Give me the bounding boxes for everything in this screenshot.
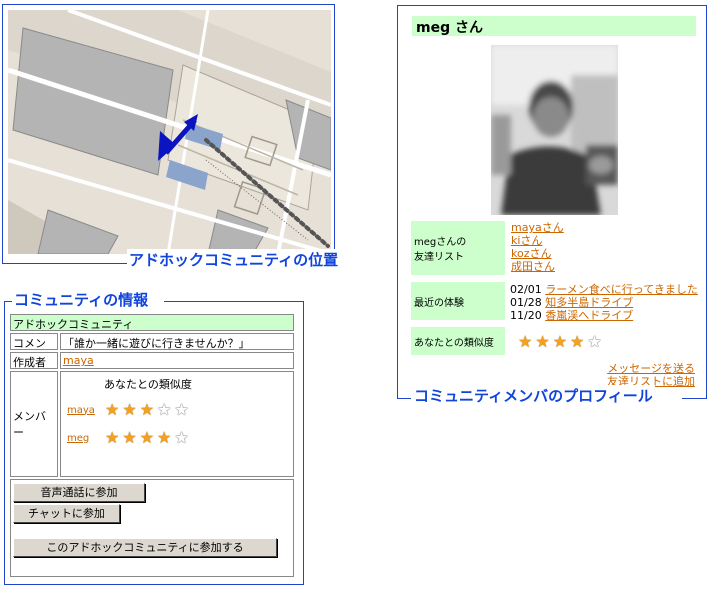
community-frame-line — [164, 301, 304, 302]
community-section-title: コミュニティの情報 — [12, 289, 151, 310]
author-label: 作成者 — [10, 352, 58, 369]
profile-section-caption: コミュニティメンバのプロフィール — [412, 385, 655, 406]
experience-date: 01/28 — [510, 296, 542, 309]
experience-item: 11/20 香嵐渓へドライブ — [510, 309, 698, 322]
experience-item: 01/28 知多半島ドライブ — [510, 296, 698, 309]
friends-list-label: megさんの 友達リスト — [411, 221, 505, 275]
actions-box: 音声通話に参加 チャットに参加 このアドホックコミュニティに参加する — [10, 479, 294, 577]
star-filled-icon: ★ — [139, 400, 155, 419]
friends-label-line1: megさんの — [414, 237, 467, 248]
star-empty-icon: ★ — [157, 400, 172, 419]
map-frame-line — [2, 263, 127, 264]
star-empty-icon: ★ — [174, 428, 189, 447]
star-filled-icon: ★ — [535, 332, 550, 351]
join-voice-call-button[interactable]: 音声通話に参加 — [13, 483, 145, 502]
friend-link[interactable]: 成田さん — [511, 260, 564, 273]
friend-link[interactable]: mayaさん — [511, 221, 564, 234]
profile-similarity-rating: ★ ★ ★ ★ ★ — [518, 334, 602, 350]
profile-frame-line-right — [682, 398, 707, 399]
join-community-button[interactable]: このアドホックコミュニティに参加する — [13, 538, 277, 557]
friends-list: mayaさん kiさん kozさん 成田さん — [511, 221, 564, 273]
map-panel — [2, 4, 335, 264]
author-link[interactable]: maya — [63, 354, 94, 367]
member-rating: ★ ★ ★ ★ ★ — [105, 430, 189, 446]
star-empty-icon: ★ — [587, 332, 602, 351]
star-filled-icon: ★ — [157, 428, 172, 447]
members-label: メンバー — [10, 371, 58, 477]
community-frame-line-left — [4, 301, 12, 302]
community-name: アドホックコミュニティ — [10, 314, 294, 331]
star-empty-icon: ★ — [174, 400, 189, 419]
friend-link[interactable]: kiさん — [511, 234, 564, 247]
member-link-maya[interactable]: maya — [67, 405, 105, 416]
experience-link[interactable]: ラーメン食べに行ってきました — [545, 283, 698, 296]
star-filled-icon: ★ — [139, 428, 155, 447]
profile-frame-line-left — [397, 398, 411, 399]
recent-experience-label: 最近の体験 — [411, 282, 505, 320]
friends-label-line2: 友達リスト — [414, 252, 464, 263]
experience-link[interactable]: 知多半島ドライブ — [545, 296, 633, 309]
member-link-meg[interactable]: meg — [67, 433, 105, 444]
profile-name: meg さん — [412, 16, 696, 36]
similarity-header: あなたとの類似度 — [104, 378, 192, 391]
send-message-link[interactable]: メッセージを送る — [607, 362, 695, 375]
comment-label: コメント — [10, 333, 58, 366]
experience-date: 11/20 — [510, 309, 542, 322]
author-value-cell: maya — [60, 352, 294, 369]
star-filled-icon: ★ — [122, 428, 137, 447]
member-rating: ★ ★ ★ ★ ★ — [105, 402, 189, 418]
member-row: meg ★ ★ ★ ★ ★ — [67, 428, 287, 448]
experience-link[interactable]: 香嵐渓へドライブ — [545, 309, 633, 322]
member-row: maya ★ ★ ★ ★ ★ — [67, 400, 287, 420]
comment-value: 「誰か一緒に遊びに行きませんか？」 — [60, 333, 294, 350]
star-filled-icon: ★ — [105, 400, 120, 419]
members-list: あなたとの類似度 maya ★ ★ ★ ★ ★ meg ★ ★ ★ ★ ★ — [60, 371, 294, 477]
star-filled-icon: ★ — [570, 332, 585, 351]
star-filled-icon: ★ — [552, 332, 568, 351]
join-chat-button[interactable]: チャットに参加 — [13, 504, 120, 523]
star-filled-icon: ★ — [122, 400, 137, 419]
profile-photo — [491, 45, 618, 215]
star-filled-icon: ★ — [518, 332, 533, 351]
map-caption: アドホックコミュニティの位置 — [127, 249, 341, 270]
location-map[interactable] — [8, 10, 331, 254]
experience-date: 02/01 — [510, 283, 542, 296]
similarity-label: あなたとの類似度 — [411, 327, 505, 355]
star-filled-icon: ★ — [105, 428, 120, 447]
experience-item: 02/01 ラーメン食べに行ってきました — [510, 283, 698, 296]
recent-experience-list: 02/01 ラーメン食べに行ってきました 01/28 知多半島ドライブ 11/2… — [510, 283, 698, 322]
friend-link[interactable]: kozさん — [511, 247, 564, 260]
